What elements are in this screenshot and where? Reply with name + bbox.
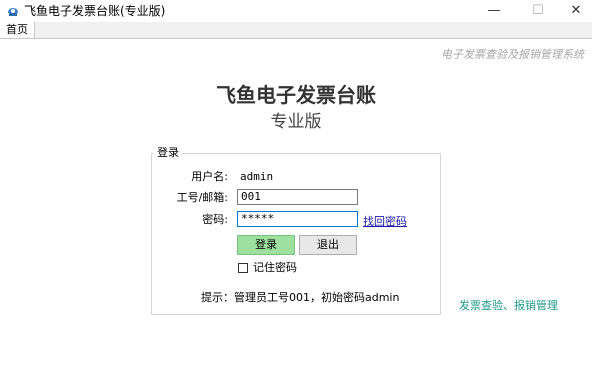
login-group-legend: 登录 [154, 146, 182, 160]
invoice-check-link[interactable]: 发票查验、报销管理 [459, 297, 558, 313]
username-value: admin [240, 170, 274, 183]
remember-password-label: 记住密码 [253, 261, 297, 274]
tab-bar: 首页 [0, 22, 592, 39]
main-area: 电子发票查验及报销管理系统 飞鱼电子发票台账 专业版 登录 用户名: admin… [0, 39, 592, 382]
username-label: 用户名: [191, 170, 228, 183]
window-title: 飞鱼电子发票台账(专业版) [24, 4, 166, 18]
minimize-button[interactable]: — [478, 0, 510, 22]
tab-home[interactable]: 首页 [0, 22, 35, 38]
brand-text: 电子发票查验及报销管理系统 [441, 48, 584, 61]
maximize-button[interactable]: ☐ [522, 0, 554, 22]
page-subtitle: 专业版 [270, 112, 322, 132]
page-title: 飞鱼电子发票台账 [216, 83, 376, 107]
login-hint: 提示：管理员工号001，初始密码admin [201, 291, 400, 304]
employee-field[interactable] [237, 189, 358, 205]
close-button[interactable]: ✕ [560, 0, 592, 22]
remember-password-checkbox[interactable] [238, 263, 248, 273]
app-icon [8, 8, 18, 16]
title-bar: 飞鱼电子发票台账(专业版) — ☐ ✕ [0, 0, 592, 22]
login-button[interactable]: 登录 [237, 235, 295, 255]
password-label: 密码: [202, 213, 228, 226]
password-field[interactable] [237, 211, 358, 227]
forgot-password-link[interactable]: 找回密码 [363, 213, 407, 229]
exit-button[interactable]: 退出 [299, 235, 357, 255]
employee-label: 工号/邮箱: [176, 191, 228, 204]
